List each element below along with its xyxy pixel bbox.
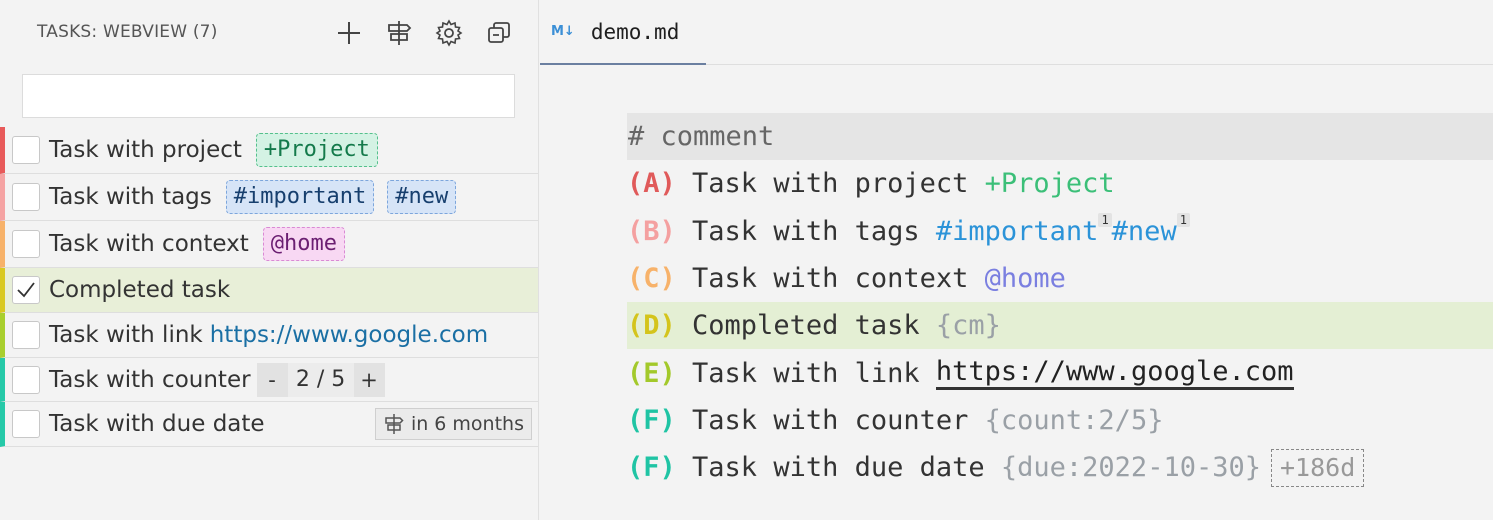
editor-content[interactable]: # comment (A) Task with project +Project… [627,113,1493,491]
task-checkbox[interactable] [12,321,40,349]
line-text: Task with project [675,168,985,200]
priority-marker: (D) [627,310,676,342]
add-task-button[interactable] [332,16,366,50]
relative-due-badge: +186d [1270,448,1365,487]
due-token: {due:2022-10-30} [1000,452,1261,484]
task-title: Task with due date [49,411,265,437]
task-checkbox[interactable] [12,136,40,164]
task-item[interactable]: Task with project +Project [0,127,538,174]
context-token: @home [984,263,1066,295]
tab-label: demo.md [590,19,680,44]
sidebar-header: TASKS: WEBVIEW (7) [0,0,538,66]
task-checkbox[interactable] [12,183,40,211]
url-token[interactable]: https://www.google.com [935,356,1294,390]
editor-line: (F) Task with due date {due:2022-10-30} +… [627,444,1493,491]
line-text: Task with tags [675,215,936,247]
task-counter: - 2 / 5 + [256,362,385,397]
task-checkbox[interactable] [12,365,40,394]
editor-pane: M↓ demo.md # comment (A) Task with proje… [540,0,1493,520]
task-title: Task with counter [49,366,251,393]
tag-count-badge: 1 [1098,212,1112,227]
add-icon [338,22,360,44]
tag-token: #important [935,215,1099,247]
collapse-all-button[interactable] [482,16,516,50]
tag-token: #new [1111,215,1177,247]
counter-value: 2 / 5 [287,362,354,397]
task-title: Task with project [49,137,242,163]
line-text: Task with context [675,263,985,295]
project-token: +Project [984,168,1115,200]
task-checkbox[interactable] [12,410,40,438]
signpost-icon [388,21,412,45]
line-text: Task with due date [675,452,1001,484]
tasks-sidebar: TASKS: WEBVIEW (7) Task with project +Pr… [0,0,539,520]
sidebar-title: TASKS: WEBVIEW (7) [37,22,218,42]
tab-demo-md[interactable]: M↓ demo.md [540,0,706,65]
priority-marker: (F) [627,452,676,484]
task-item[interactable]: Task with tags #important #new [0,174,538,221]
task-list: Task with project +Project Task with tag… [0,127,538,447]
priority-marker: (C) [627,263,676,295]
task-item[interactable]: Task with counter - 2 / 5 + [0,358,538,402]
signpost-icon [385,414,404,434]
collapse-icon [488,22,510,43]
task-item[interactable]: Task with context @home [0,221,538,268]
due-date-badge[interactable]: in 6 months [374,408,532,440]
line-text: Task with counter [675,404,985,436]
project-chip[interactable]: +Project [255,133,378,167]
line-text: Completed task [675,310,936,342]
priority-marker: (A) [627,168,676,200]
gear-icon [435,19,463,47]
task-filter-input[interactable] [22,74,515,118]
task-title: Task with link [49,322,203,348]
editor-line: (A) Task with project +Project [627,160,1493,207]
task-item-completed[interactable]: Completed task [0,268,538,313]
counter-token: {count:2/5} [984,404,1164,436]
meta-token: {cm} [935,310,1001,342]
editor-line: (E) Task with link https://www.google.co… [627,349,1493,396]
task-checkbox[interactable] [12,230,40,258]
tag-chip[interactable]: #new [387,180,457,214]
editor-line-comment: # comment [627,113,1493,161]
due-date-text: in 6 months [410,413,524,435]
task-checkbox-checked[interactable] [12,276,40,304]
counter-increment-button[interactable]: + [353,362,385,397]
task-link[interactable]: https://www.google.com [210,322,488,348]
task-title: Completed task [49,277,231,303]
task-item[interactable]: Task with due date in 6 months [0,402,538,447]
editor-line: (F) Task with counter {count:2/5} [627,397,1493,444]
priority-marker: (B) [627,215,676,247]
checkmark-icon [17,282,35,298]
line-text: Task with link [675,357,936,389]
editor-line: (C) Task with context @home [627,255,1493,302]
task-item[interactable]: Task with link https://www.google.com [0,313,538,358]
due-filter-button[interactable] [382,16,416,50]
markdown-icon: M↓ [551,24,575,39]
sidebar-actions [332,16,516,50]
task-title: Task with tags [49,184,212,210]
tag-chip[interactable]: #important [225,180,375,214]
editor-line: (B) Task with tags #important 1 #new 1 [627,208,1493,255]
tag-count-badge: 1 [1176,212,1190,227]
priority-marker: (E) [627,357,676,389]
task-title: Task with context [49,231,249,257]
settings-button[interactable] [432,16,466,50]
counter-decrement-button[interactable]: - [256,362,288,397]
context-chip[interactable]: @home [262,227,345,261]
priority-marker: (F) [627,404,676,436]
editor-tab-bar: M↓ demo.md [540,0,1493,65]
editor-line-completed: (D) Completed task {cm} [627,302,1493,350]
